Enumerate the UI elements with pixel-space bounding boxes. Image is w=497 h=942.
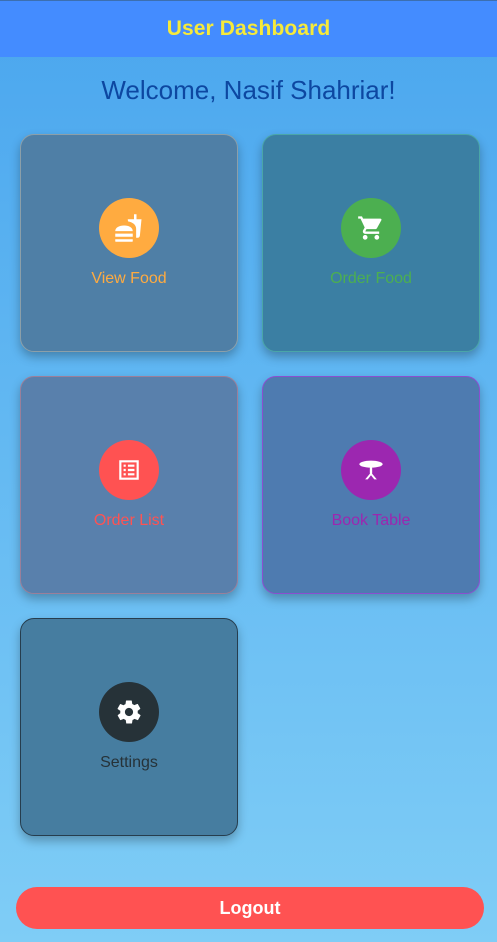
welcome-message: Welcome, Nasif Shahriar! <box>101 75 396 105</box>
shopping-cart-icon <box>357 214 385 242</box>
view-food-card[interactable]: View Food <box>20 134 238 352</box>
order-list-icon-circle <box>99 440 159 500</box>
app-bar-title: User Dashboard <box>166 17 331 40</box>
order-list-card[interactable]: Order List <box>20 376 238 594</box>
order-food-label: Order Food <box>330 270 412 287</box>
book-table-icon-circle <box>341 440 401 500</box>
order-food-card[interactable]: Order Food <box>262 134 480 352</box>
view-food-icon-circle <box>99 198 159 258</box>
fastfood-icon <box>114 213 144 243</box>
table-icon <box>357 456 385 484</box>
order-food-icon-circle <box>341 198 401 258</box>
book-table-card[interactable]: Book Table <box>262 376 480 594</box>
settings-card[interactable]: Settings <box>20 618 238 836</box>
list-icon <box>116 457 142 483</box>
settings-icon-circle <box>99 682 159 742</box>
order-list-label: Order List <box>93 512 165 529</box>
book-table-label: Book Table <box>331 512 411 529</box>
settings-label: Settings <box>100 754 158 771</box>
gear-icon <box>115 698 143 726</box>
view-food-label: View Food <box>91 270 167 287</box>
logout-button[interactable]: Logout <box>16 887 484 929</box>
app-bar: User Dashboard <box>0 0 497 57</box>
